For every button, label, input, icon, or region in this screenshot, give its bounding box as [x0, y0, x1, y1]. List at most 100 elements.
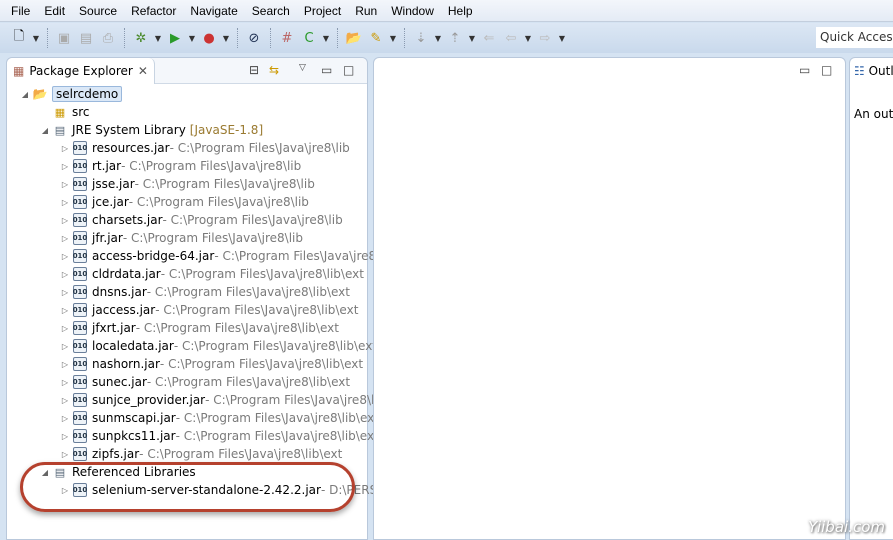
- collapsed-arrow-icon[interactable]: ▷: [59, 288, 71, 297]
- quick-access-input[interactable]: Quick Access: [816, 27, 893, 48]
- forward-dropdown[interactable]: ▼: [558, 29, 566, 47]
- collapsed-arrow-icon[interactable]: ▷: [59, 252, 71, 261]
- tab-outline[interactable]: ☷ Outline: [854, 64, 893, 78]
- tree-item-jar[interactable]: ▷ 010 jfxrt.jar - C:\Program Files\Java\jr…: [59, 319, 339, 337]
- collapsed-arrow-icon[interactable]: ▷: [59, 432, 71, 441]
- jar-name: sunpkcs11.jar: [92, 429, 176, 443]
- tab-package-explorer[interactable]: ▦ Package Explorer ✕: [7, 57, 155, 84]
- tree-item-jar[interactable]: ▷ 010 nashorn.jar - C:\Program Files\Java\…: [59, 355, 363, 373]
- tree-item-src[interactable]: ▦ src: [39, 103, 90, 121]
- menu-file[interactable]: File: [4, 4, 37, 18]
- tree-item-jar[interactable]: ▷ 010 jfr.jar - C:\Program Files\Java\jre8…: [59, 229, 303, 247]
- maximize-icon[interactable]: □: [821, 63, 832, 77]
- menu-window[interactable]: Window: [384, 4, 441, 18]
- search-dropdown[interactable]: ▼: [389, 29, 397, 47]
- tree-item-jar[interactable]: ▷ 010 jce.jar - C:\Program Files\Java\jre8…: [59, 193, 309, 211]
- collapsed-arrow-icon[interactable]: ▷: [59, 180, 71, 189]
- collapsed-arrow-icon[interactable]: ▷: [59, 198, 71, 207]
- forward-icon[interactable]: ⇨: [536, 29, 554, 47]
- tree-item-jar[interactable]: ▷ 010 zipfs.jar - C:\Program Files\Java\jr…: [59, 445, 342, 463]
- tree-item-jar[interactable]: ▷ 010 rt.jar - C:\Program Files\Java\jre8\…: [59, 157, 301, 175]
- editor-area: ▭ □: [373, 57, 846, 540]
- minimize-icon[interactable]: ▭: [799, 63, 810, 77]
- expanded-arrow-icon[interactable]: ◢: [19, 90, 31, 99]
- maximize-icon[interactable]: □: [343, 63, 354, 77]
- new-package-icon[interactable]: #: [278, 29, 296, 47]
- menu-run[interactable]: Run: [348, 4, 384, 18]
- collapsed-arrow-icon[interactable]: ▷: [59, 342, 71, 351]
- watermark: Yiibai.com: [808, 518, 885, 536]
- skip-breakpoints-icon[interactable]: ⊘: [245, 29, 263, 47]
- new-class-icon[interactable]: C: [300, 29, 318, 47]
- last-edit-icon[interactable]: ⇐: [480, 29, 498, 47]
- menu-help[interactable]: Help: [441, 4, 480, 18]
- collapsed-arrow-icon[interactable]: ▷: [59, 414, 71, 423]
- run-dropdown[interactable]: ▼: [188, 29, 196, 47]
- jar-path: - C:\Program Files\Java\jre8\lib: [121, 159, 302, 173]
- menu-edit[interactable]: Edit: [37, 4, 72, 18]
- jar-path: - C:\Program Files\Java\jre8\lib\ext: [155, 303, 359, 317]
- next-annotation-dropdown[interactable]: ▼: [434, 29, 442, 47]
- tree-item-jar[interactable]: ▷ 010 cldrdata.jar - C:\Program Files\Java…: [59, 265, 364, 283]
- new-icon[interactable]: 🗋: [10, 29, 28, 47]
- new-dropdown[interactable]: ▼: [32, 29, 40, 47]
- debug-dropdown[interactable]: ▼: [154, 29, 162, 47]
- tree-item-project[interactable]: ◢ 📂 selrcdemo: [19, 85, 123, 103]
- menu-search[interactable]: Search: [245, 4, 297, 18]
- tree-item-jar[interactable]: ▷ 010 jsse.jar - C:\Program Files\Java\jre…: [59, 175, 315, 193]
- save-all-icon[interactable]: ▤: [77, 29, 95, 47]
- tree-item-jar[interactable]: ▷ 010 localedata.jar - C:\Program Files\Ja…: [59, 337, 377, 355]
- back-icon[interactable]: ⇦: [502, 29, 520, 47]
- back-dropdown[interactable]: ▼: [524, 29, 532, 47]
- tree-item-jar[interactable]: ▷ 010 resources.jar - C:\Program Files\Jav…: [59, 139, 350, 157]
- search-icon[interactable]: ✎: [367, 29, 385, 47]
- collapse-all-icon[interactable]: ⊟: [249, 63, 259, 77]
- jar-icon: 010: [73, 141, 87, 155]
- menu-navigate[interactable]: Navigate: [183, 4, 244, 18]
- highlight-annotation: [20, 462, 355, 512]
- external-tools-dropdown[interactable]: ▼: [222, 29, 230, 47]
- collapsed-arrow-icon[interactable]: ▷: [59, 360, 71, 369]
- tree-item-jar[interactable]: ▷ 010 dnsns.jar - C:\Program Files\Java\jr…: [59, 283, 350, 301]
- tree-item-jar[interactable]: ▷ 010 charsets.jar - C:\Program Files\Java…: [59, 211, 343, 229]
- tree-item-jar[interactable]: ▷ 010 access-bridge-64.jar - C:\Program Fi…: [59, 247, 394, 265]
- save-icon[interactable]: ▣: [55, 29, 73, 47]
- jar-path: - C:\Program Files\Java\jre8\lib\ext: [146, 375, 351, 389]
- tree-item-jre-library[interactable]: ◢ ▤ JRE System Library [JavaSE-1.8]: [39, 121, 263, 139]
- collapsed-arrow-icon[interactable]: ▷: [59, 162, 71, 171]
- collapsed-arrow-icon[interactable]: ▷: [59, 144, 71, 153]
- collapsed-arrow-icon[interactable]: ▷: [59, 324, 71, 333]
- tree-item-jar[interactable]: ▷ 010 sunjce_provider.jar - C:\Program Fil…: [59, 391, 408, 409]
- close-icon[interactable]: ✕: [138, 64, 148, 78]
- link-with-editor-icon[interactable]: ⇆: [269, 63, 279, 77]
- collapsed-arrow-icon[interactable]: ▷: [59, 270, 71, 279]
- minimize-icon[interactable]: ▭: [321, 63, 332, 77]
- tree-item-jar[interactable]: ▷ 010 jaccess.jar - C:\Program Files\Java\…: [59, 301, 358, 319]
- prev-annotation-icon[interactable]: ⇡: [446, 29, 464, 47]
- jar-path: - C:\Program Files\Java\jre8\lib\ext: [160, 267, 364, 281]
- menu-refactor[interactable]: Refactor: [124, 4, 183, 18]
- open-type-icon[interactable]: 📂: [345, 29, 363, 47]
- tree-item-jar[interactable]: ▷ 010 sunpkcs11.jar - C:\Program Files\Jav…: [59, 427, 379, 445]
- collapsed-arrow-icon[interactable]: ▷: [59, 396, 71, 405]
- prev-annotation-dropdown[interactable]: ▼: [468, 29, 476, 47]
- new-class-dropdown[interactable]: ▼: [322, 29, 330, 47]
- debug-icon[interactable]: ✲: [132, 29, 150, 47]
- menu-source[interactable]: Source: [72, 4, 124, 18]
- next-annotation-icon[interactable]: ⇣: [412, 29, 430, 47]
- tree-item-jar[interactable]: ▷ 010 sunmscapi.jar - C:\Program Files\Jav…: [59, 409, 379, 427]
- expanded-arrow-icon[interactable]: ◢: [39, 126, 51, 135]
- view-menu-icon[interactable]: ▽: [299, 63, 306, 73]
- tree-item-jar[interactable]: ▷ 010 sunec.jar - C:\Program Files\Java\jr…: [59, 373, 350, 391]
- run-icon[interactable]: ▶: [166, 29, 184, 47]
- collapsed-arrow-icon[interactable]: ▷: [59, 378, 71, 387]
- collapsed-arrow-icon[interactable]: ▷: [59, 234, 71, 243]
- menu-project[interactable]: Project: [297, 4, 348, 18]
- collapsed-arrow-icon[interactable]: ▷: [59, 306, 71, 315]
- outline-panel: ☷ Outline An outline: [849, 57, 893, 540]
- collapsed-arrow-icon[interactable]: ▷: [59, 216, 71, 225]
- external-tools-icon[interactable]: ●: [200, 29, 218, 47]
- jar-icon: 010: [73, 339, 87, 353]
- print-icon[interactable]: ⎙: [99, 29, 117, 47]
- collapsed-arrow-icon[interactable]: ▷: [59, 450, 71, 459]
